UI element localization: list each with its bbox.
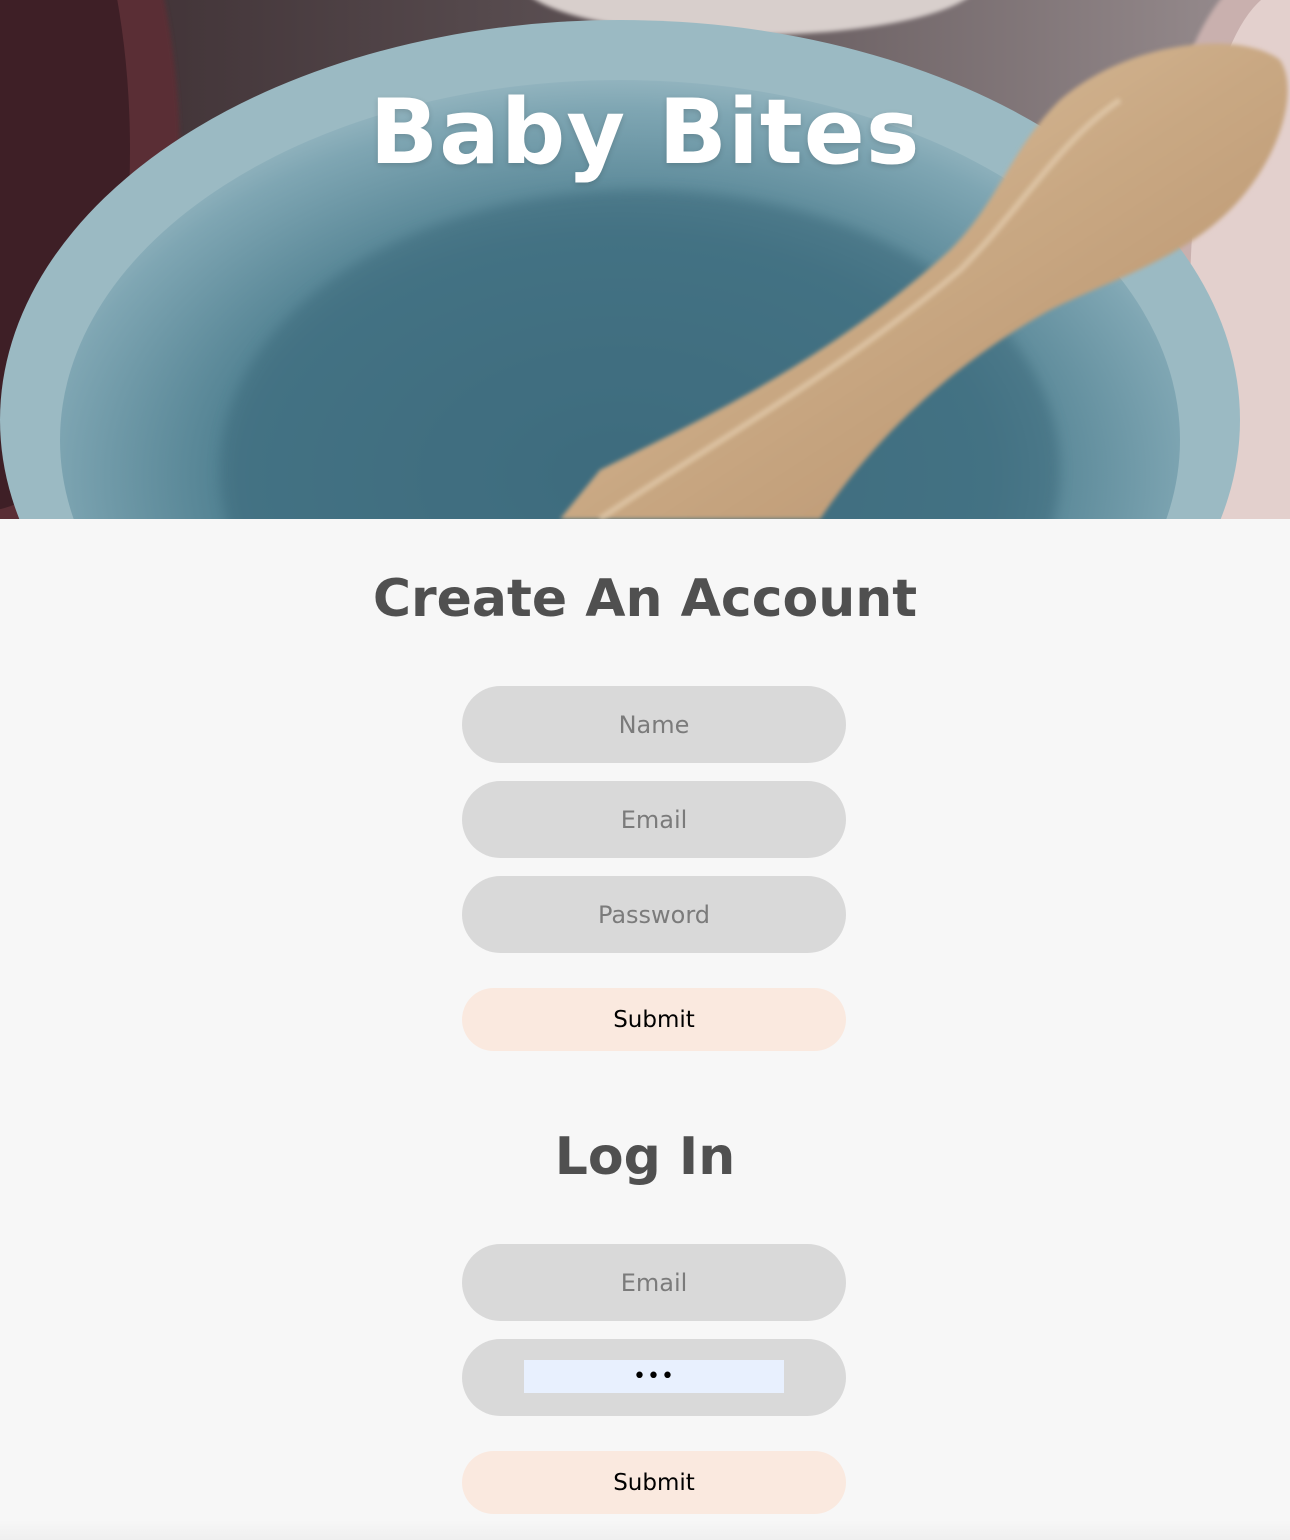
create-account-heading: Create An Account [372,569,918,629]
site-title: Baby Bites [369,80,921,185]
login-heading: Log In [554,1127,736,1187]
login-password-field[interactable] [462,1339,846,1416]
hero-banner: Baby Bites [0,0,1290,519]
login-email-input[interactable] [462,1244,846,1321]
page-bottom-edge [0,1520,1290,1540]
login-password-input[interactable] [524,1360,784,1393]
signup-email-input[interactable] [462,781,846,858]
signup-submit-button[interactable]: Submit [462,988,846,1051]
signup-password-input[interactable] [462,876,846,953]
login-submit-button[interactable]: Submit [462,1451,846,1514]
signup-name-input[interactable] [462,686,846,763]
